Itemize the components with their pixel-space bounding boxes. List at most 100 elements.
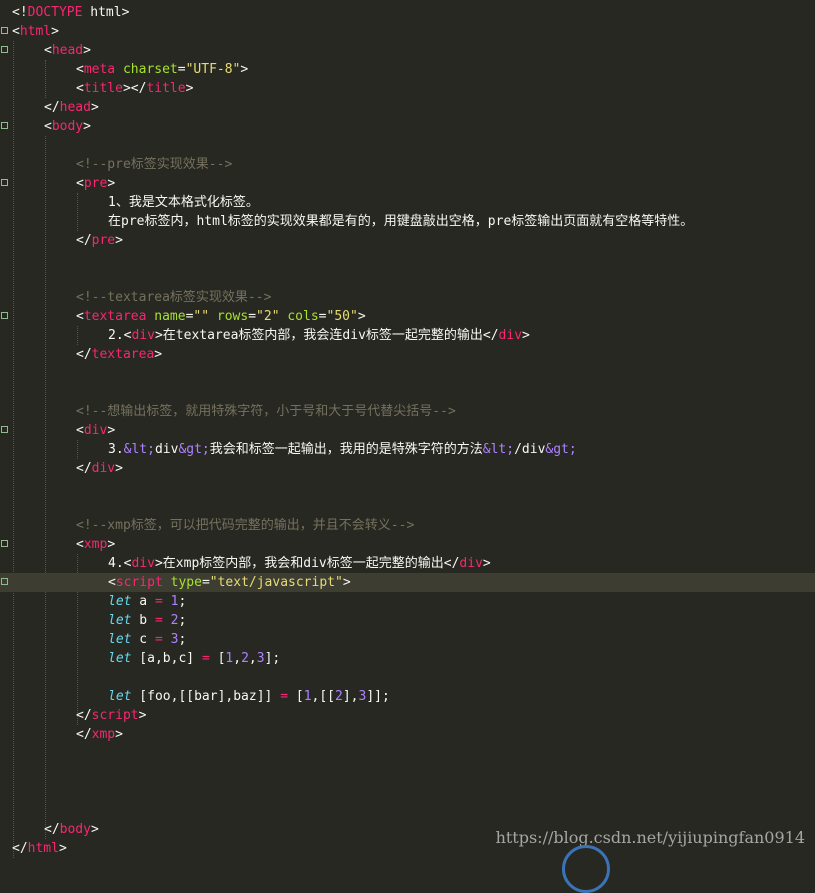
fold-marker-icon[interactable] bbox=[1, 578, 8, 585]
code-line[interactable] bbox=[0, 478, 815, 497]
code-line[interactable]: </div> bbox=[0, 459, 815, 478]
code-token: > bbox=[107, 176, 116, 191]
code-token: > bbox=[522, 328, 530, 343]
code-line[interactable]: </head> bbox=[0, 98, 815, 117]
code-line[interactable]: <xmp> bbox=[0, 535, 815, 554]
code-line[interactable]: <head> bbox=[0, 41, 815, 60]
fold-marker-icon[interactable] bbox=[1, 540, 8, 547]
code-token: div bbox=[498, 328, 523, 343]
code-line[interactable] bbox=[0, 763, 815, 782]
code-token: </ bbox=[44, 822, 60, 837]
code-line[interactable]: <pre> bbox=[0, 174, 815, 193]
code-line[interactable]: let c = 3; bbox=[0, 630, 815, 649]
code-line[interactable]: <!--想输出标签，就用特殊字符，小于号和大于号代替尖括号--> bbox=[0, 402, 815, 421]
watermark-logo-icon bbox=[562, 845, 610, 893]
code-line[interactable] bbox=[0, 668, 815, 687]
code-line[interactable] bbox=[0, 782, 815, 801]
code-token: &lt; bbox=[482, 442, 515, 457]
code-line[interactable] bbox=[0, 383, 815, 402]
code-line[interactable]: <!--pre标签实现效果--> bbox=[0, 155, 815, 174]
code-token: &gt; bbox=[178, 442, 210, 457]
code-line[interactable] bbox=[0, 250, 815, 269]
code-text: <pre> bbox=[76, 174, 115, 193]
code-token: = bbox=[280, 689, 289, 704]
code-token: html bbox=[27, 841, 59, 856]
code-token: div bbox=[83, 423, 108, 438]
code-token: </ bbox=[443, 556, 460, 571]
code-token: = bbox=[318, 309, 327, 324]
code-line[interactable] bbox=[0, 744, 815, 763]
code-line[interactable]: <meta charset="UTF-8"> bbox=[0, 60, 815, 79]
code-line[interactable]: let [a,b,c] = [1,2,3]; bbox=[0, 649, 815, 668]
code-line[interactable]: 4.<div>在xmp标签内部，我会和div标签一起完整的输出</div> bbox=[0, 554, 815, 573]
code-token: </ bbox=[482, 328, 499, 343]
fold-marker-icon[interactable] bbox=[1, 179, 8, 186]
code-line[interactable] bbox=[0, 269, 815, 288]
code-text: let c = 3; bbox=[108, 630, 186, 649]
code-line[interactable]: 3.&lt;div&gt;我会和标签一起输出，我用的是特殊字符的方法&lt;/d… bbox=[0, 440, 815, 459]
fold-marker-icon[interactable] bbox=[1, 426, 8, 433]
fold-marker-icon[interactable] bbox=[1, 312, 8, 319]
code-token: </ bbox=[44, 100, 60, 115]
code-line[interactable]: 2.<div>在textarea标签内部，我会连div标签一起完整的输出</di… bbox=[0, 326, 815, 345]
code-text: <!--textarea标签实现效果--> bbox=[76, 288, 271, 307]
code-line[interactable]: 1、我是文本格式化标签。 bbox=[0, 193, 815, 212]
code-line[interactable]: let b = 2; bbox=[0, 611, 815, 630]
code-token: title bbox=[83, 81, 123, 96]
code-line[interactable]: <!--xmp标签，可以把代码完整的输出，并且不会转义--> bbox=[0, 516, 815, 535]
code-line[interactable]: <!--textarea标签实现效果--> bbox=[0, 288, 815, 307]
code-line[interactable]: let a = 1; bbox=[0, 592, 815, 611]
code-token: > bbox=[107, 537, 116, 552]
code-line[interactable]: 在pre标签内，html标签的实现效果都是有的，用键盘敲出空格，pre标签输出页… bbox=[0, 212, 815, 231]
code-line[interactable]: <!DOCTYPE html> bbox=[0, 3, 815, 22]
code-token: charset bbox=[122, 62, 178, 77]
code-text: let a = 1; bbox=[108, 592, 186, 611]
code-text: </xmp> bbox=[76, 725, 123, 744]
code-text: 2.<div>在textarea标签内部，我会连div标签一起完整的输出</di… bbox=[108, 326, 530, 345]
code-line[interactable] bbox=[0, 497, 815, 516]
code-token: > bbox=[51, 24, 59, 39]
code-line[interactable]: </script> bbox=[0, 706, 815, 725]
code-token: [a,b,c] bbox=[131, 651, 202, 666]
code-token: ,[[ bbox=[311, 689, 335, 704]
code-token: < bbox=[12, 24, 20, 39]
code-token: let bbox=[108, 689, 132, 704]
code-token: ]]; bbox=[366, 689, 390, 704]
code-line[interactable]: </xmp> bbox=[0, 725, 815, 744]
code-token: <! bbox=[12, 5, 28, 20]
code-line-current[interactable]: <script type="text/javascript"> bbox=[0, 573, 815, 592]
code-token: </ bbox=[76, 461, 92, 476]
code-line[interactable] bbox=[0, 801, 815, 820]
code-token: ></ bbox=[122, 81, 147, 96]
fold-marker-icon[interactable] bbox=[1, 46, 8, 53]
code-line[interactable]: <html> bbox=[0, 22, 815, 41]
fold-marker-icon[interactable] bbox=[1, 122, 8, 129]
code-line[interactable]: <textarea name="" rows="2" cols="50"> bbox=[0, 307, 815, 326]
code-token: xmp bbox=[91, 727, 116, 742]
code-token: = bbox=[154, 632, 163, 647]
code-token: ; bbox=[178, 632, 187, 647]
code-token: = bbox=[154, 594, 163, 609]
code-token: textarea bbox=[83, 309, 147, 324]
code-token: ; bbox=[178, 613, 187, 628]
code-token: div bbox=[459, 556, 483, 571]
code-line[interactable]: let [foo,[[bar],baz]] = [1,[[2],3]]; bbox=[0, 687, 815, 706]
code-line[interactable]: <title></title> bbox=[0, 79, 815, 98]
code-line[interactable]: </pre> bbox=[0, 231, 815, 250]
code-editor[interactable]: <!DOCTYPE html> <html> <head> <meta charset… bbox=[0, 0, 815, 859]
code-text: 3.&lt;div&gt;我会和标签一起输出，我用的是特殊字符的方法&lt;/d… bbox=[108, 440, 577, 459]
code-token: = bbox=[248, 309, 257, 324]
code-line[interactable]: </textarea> bbox=[0, 345, 815, 364]
code-line[interactable] bbox=[0, 364, 815, 383]
fold-marker-icon[interactable] bbox=[1, 27, 8, 34]
code-line[interactable] bbox=[0, 136, 815, 155]
code-token: = bbox=[177, 62, 186, 77]
code-line[interactable]: <div> bbox=[0, 421, 815, 440]
code-line[interactable]: <body> bbox=[0, 117, 815, 136]
code-token: < bbox=[76, 537, 84, 552]
code-token: "2" bbox=[256, 309, 280, 324]
code-token: < bbox=[76, 81, 84, 96]
